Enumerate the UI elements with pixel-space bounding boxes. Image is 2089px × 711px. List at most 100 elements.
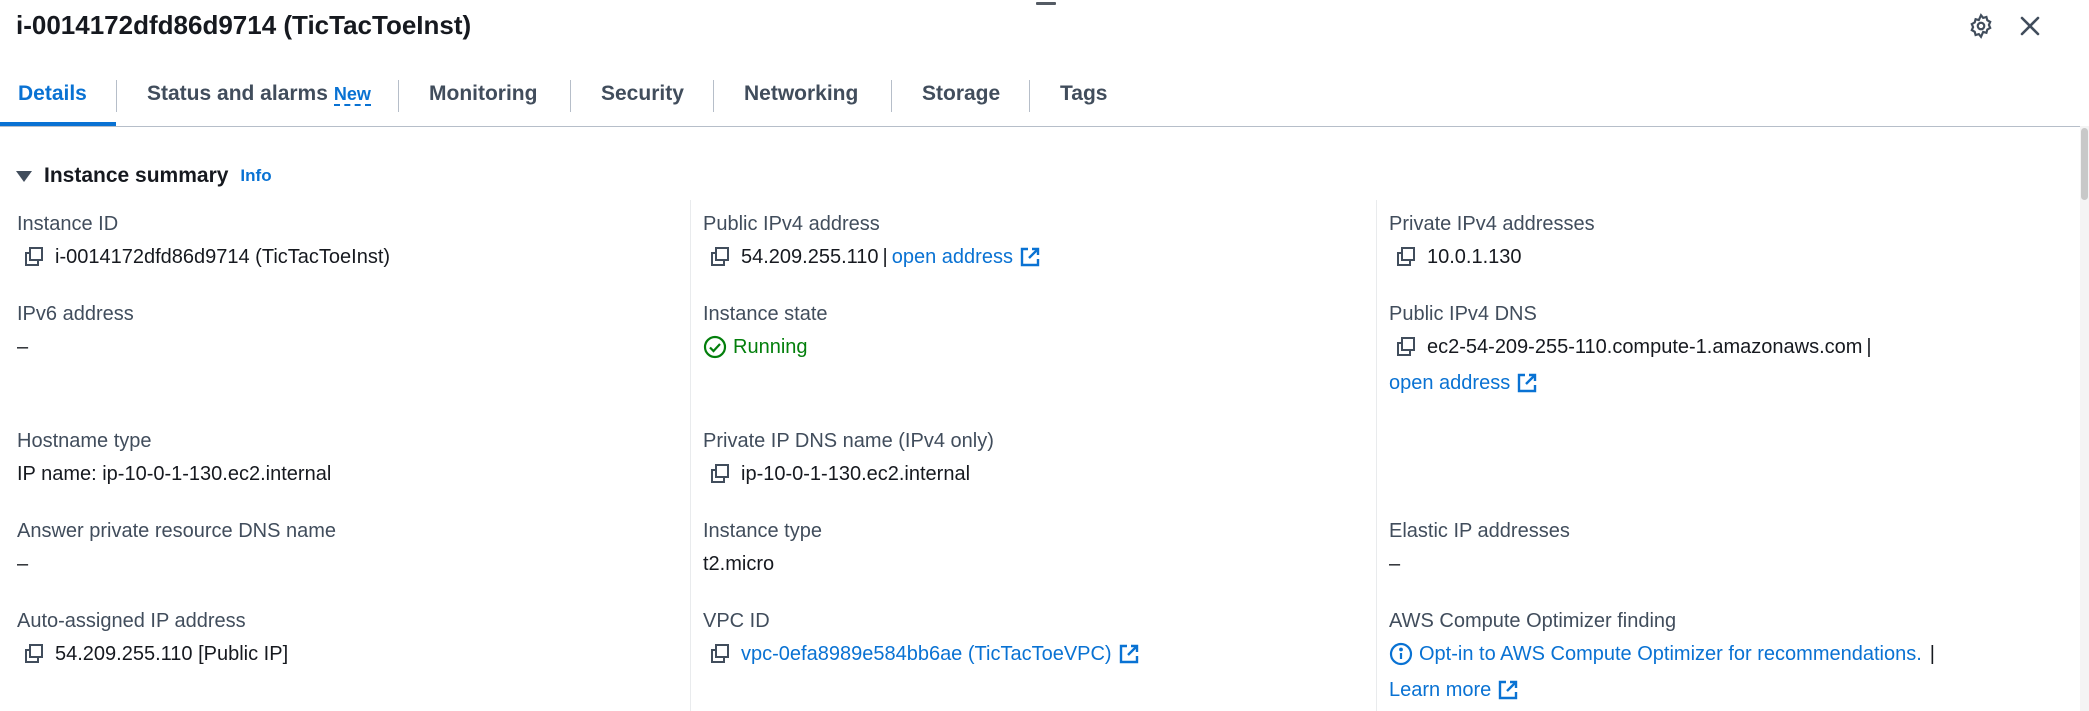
field-label: AWS Compute Optimizer finding [1389, 610, 1677, 632]
info-link[interactable]: Info [240, 166, 271, 186]
copy-icon[interactable] [23, 246, 45, 268]
auto-ip-value: 54.209.255.110 [Public IP] [55, 643, 289, 665]
field-label: Instance state [703, 303, 828, 325]
status-running: Running [703, 335, 808, 359]
field-value: Opt-in to AWS Compute Optimizer for reco… [1389, 642, 1939, 666]
field-label: Instance ID [17, 213, 119, 235]
new-badge: New [333, 84, 371, 106]
page-title: i-0014172dfd86d9714 (TicTacToeInst) [16, 10, 472, 40]
field-value: 54.209.255.110 | open address [703, 245, 1041, 269]
close-icon[interactable] [2014, 10, 2046, 42]
separator-pipe: | [882, 246, 888, 268]
tab-separator [570, 80, 571, 112]
field-value: vpc-0efa8989e584bb6ae (TicTacToeVPC) [703, 642, 1140, 666]
external-link-icon[interactable] [1118, 643, 1140, 665]
field-label: Answer private resource DNS name [17, 520, 337, 542]
field-value: i-0014172dfd86d9714 (TicTacToeInst) [17, 245, 390, 269]
optimizer-opt-in-link[interactable]: Opt-in to AWS Compute Optimizer for reco… [1419, 642, 1922, 666]
column-divider [690, 200, 691, 711]
instance-summary-toggle[interactable]: Instance summary Info [16, 164, 272, 188]
field-label: Elastic IP addresses [1389, 520, 1570, 542]
tab-label: Status and alarms [147, 82, 328, 105]
field-label: VPC ID [703, 610, 770, 632]
field-value: ip-10-0-1-130.ec2.internal [703, 462, 994, 486]
field-label: Private IPv4 addresses [1389, 213, 1595, 235]
settings-gear-icon[interactable] [1965, 10, 1997, 42]
caret-down-icon [16, 170, 32, 182]
field-label: Instance type [703, 520, 822, 542]
field-vpc-id: VPC ID vpc-0efa8989e584bb6ae (TicTacToeV… [703, 609, 1140, 666]
private-dns-value: ip-10-0-1-130.ec2.internal [741, 463, 971, 485]
active-tab-indicator [0, 122, 116, 126]
field-label: Hostname type [17, 430, 152, 452]
field-link-row: Learn more [1389, 678, 1939, 702]
public-ipv4-value: 54.209.255.110 [741, 246, 879, 268]
section-title: Instance summary [44, 164, 229, 187]
tab-separator [1029, 80, 1030, 112]
scrollbar-thumb[interactable] [2081, 128, 2088, 200]
field-ipv6-address: IPv6 address – [17, 302, 134, 359]
tab-storage[interactable]: Storage [922, 82, 1000, 106]
copy-icon[interactable] [23, 643, 45, 665]
tab-separator [891, 80, 892, 112]
open-address-link[interactable]: open address [892, 245, 1013, 269]
copy-icon[interactable] [709, 643, 731, 665]
separator-pipe: | [1929, 643, 1935, 665]
field-private-ipv4: Private IPv4 addresses 10.0.1.130 [1389, 212, 1595, 269]
field-private-ip-dns: Private IP DNS name (IPv4 only) ip-10-0-… [703, 429, 994, 486]
copy-icon[interactable] [709, 246, 731, 268]
field-public-ipv4: Public IPv4 address 54.209.255.110 | ope… [703, 212, 1041, 269]
tab-monitoring[interactable]: Monitoring [429, 82, 537, 106]
field-label: Public IPv4 address [703, 213, 880, 235]
copy-icon[interactable] [1395, 336, 1417, 358]
tab-tags[interactable]: Tags [1060, 82, 1107, 106]
ipv6-value: – [17, 336, 29, 358]
answer-dns-value: – [17, 553, 29, 575]
field-label: Private IP DNS name (IPv4 only) [703, 430, 994, 452]
elastic-ip-value: – [1389, 553, 1401, 575]
tab-status-and-alarms[interactable]: Status and alarms New [147, 82, 371, 106]
separator-pipe: | [1866, 336, 1872, 358]
field-answer-private-dns: Answer private resource DNS name – [17, 519, 336, 576]
field-value: 10.0.1.130 [1389, 245, 1595, 269]
field-instance-state: Instance state Running [703, 302, 828, 359]
copy-icon[interactable] [1395, 246, 1417, 268]
field-elastic-ip: Elastic IP addresses – [1389, 519, 1570, 576]
field-label: Auto-assigned IP address [17, 610, 246, 632]
field-hostname-type: Hostname type IP name: ip-10-0-1-130.ec2… [17, 429, 331, 486]
external-link-icon[interactable] [1019, 246, 1041, 268]
external-link-icon[interactable] [1497, 679, 1519, 701]
public-dns-value: ec2-54-209-255-110.compute-1.amazonaws.c… [1427, 336, 1863, 358]
tab-security[interactable]: Security [601, 82, 684, 106]
vpc-id-link[interactable]: vpc-0efa8989e584bb6ae (TicTacToeVPC) [741, 642, 1112, 666]
tab-bar: Details Status and alarms New Monitoring … [0, 72, 2080, 127]
scrollbar-track[interactable] [2080, 126, 2089, 711]
panel-resize-handle[interactable] [1036, 2, 1056, 5]
field-instance-type: Instance type t2.micro [703, 519, 822, 576]
instance-id-value: i-0014172dfd86d9714 (TicTacToeInst) [55, 246, 391, 268]
tab-separator [116, 80, 117, 112]
field-label: IPv6 address [17, 303, 134, 325]
tab-separator [713, 80, 714, 112]
info-circle-icon [1389, 642, 1413, 666]
field-compute-optimizer: AWS Compute Optimizer finding Opt-in to … [1389, 609, 1939, 702]
copy-icon[interactable] [709, 463, 731, 485]
field-public-ipv4-dns: Public IPv4 DNS ec2-54-209-255-110.compu… [1389, 302, 1876, 395]
learn-more-link[interactable]: Learn more [1389, 678, 1491, 702]
field-auto-assigned-ip: Auto-assigned IP address 54.209.255.110 … [17, 609, 288, 666]
check-circle-icon [703, 335, 727, 359]
external-link-icon[interactable] [1516, 372, 1538, 394]
tab-separator [398, 80, 399, 112]
tab-details[interactable]: Details [18, 82, 87, 106]
open-address-link[interactable]: open address [1389, 371, 1510, 395]
tab-networking[interactable]: Networking [744, 82, 858, 106]
field-value: Running [703, 335, 828, 359]
instance-type-value: t2.micro [703, 553, 775, 575]
private-ipv4-value: 10.0.1.130 [1427, 246, 1522, 268]
column-divider [1376, 200, 1377, 711]
field-value: 54.209.255.110 [Public IP] [17, 642, 288, 666]
field-label: Public IPv4 DNS [1389, 303, 1537, 325]
field-instance-id: Instance ID i-0014172dfd86d9714 (TicTacT… [17, 212, 390, 269]
hostname-type-value: IP name: ip-10-0-1-130.ec2.internal [17, 463, 332, 485]
field-link-row: open address [1389, 371, 1876, 395]
